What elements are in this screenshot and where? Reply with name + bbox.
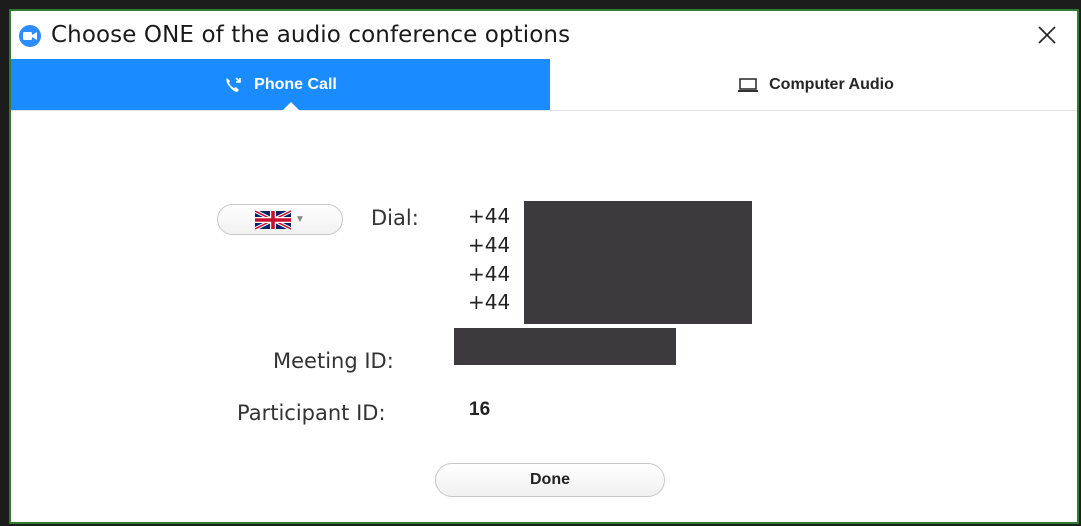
dial-label: Dial:: [371, 206, 419, 230]
chevron-down-icon: ▼: [295, 214, 305, 225]
audio-tabs: Phone Call Computer Audio: [11, 59, 1077, 111]
dial-number: +44: [468, 290, 511, 314]
uk-flag-icon: [255, 209, 292, 230]
redacted-dial-numbers: [524, 201, 752, 324]
close-button[interactable]: [1033, 21, 1061, 49]
dial-number: +44: [468, 204, 511, 228]
tab-phone-call-label: Phone Call: [254, 75, 337, 93]
participant-id-value: 16: [469, 399, 491, 420]
active-tab-pointer: [281, 102, 301, 112]
country-selector[interactable]: ▼: [217, 204, 343, 235]
redacted-meeting-id: [454, 328, 676, 365]
dialog-title: Choose ONE of the audio conference optio…: [51, 22, 571, 48]
done-button[interactable]: Done: [435, 463, 665, 497]
tab-computer-audio-label: Computer Audio: [769, 75, 894, 93]
tab-computer-audio[interactable]: Computer Audio: [550, 59, 1077, 110]
dial-number: +44: [468, 233, 511, 257]
laptop-icon: [738, 77, 759, 92]
phone-call-icon: [226, 76, 241, 92]
dial-number: +44: [468, 262, 511, 286]
close-icon: [1038, 26, 1056, 44]
meeting-id-label: Meeting ID:: [273, 349, 394, 373]
audio-options-dialog: Choose ONE of the audio conference optio…: [9, 9, 1079, 524]
participant-id-label: Participant ID:: [237, 401, 386, 425]
title-bar: Choose ONE of the audio conference optio…: [11, 11, 1077, 59]
zoom-app-icon: [19, 25, 41, 47]
